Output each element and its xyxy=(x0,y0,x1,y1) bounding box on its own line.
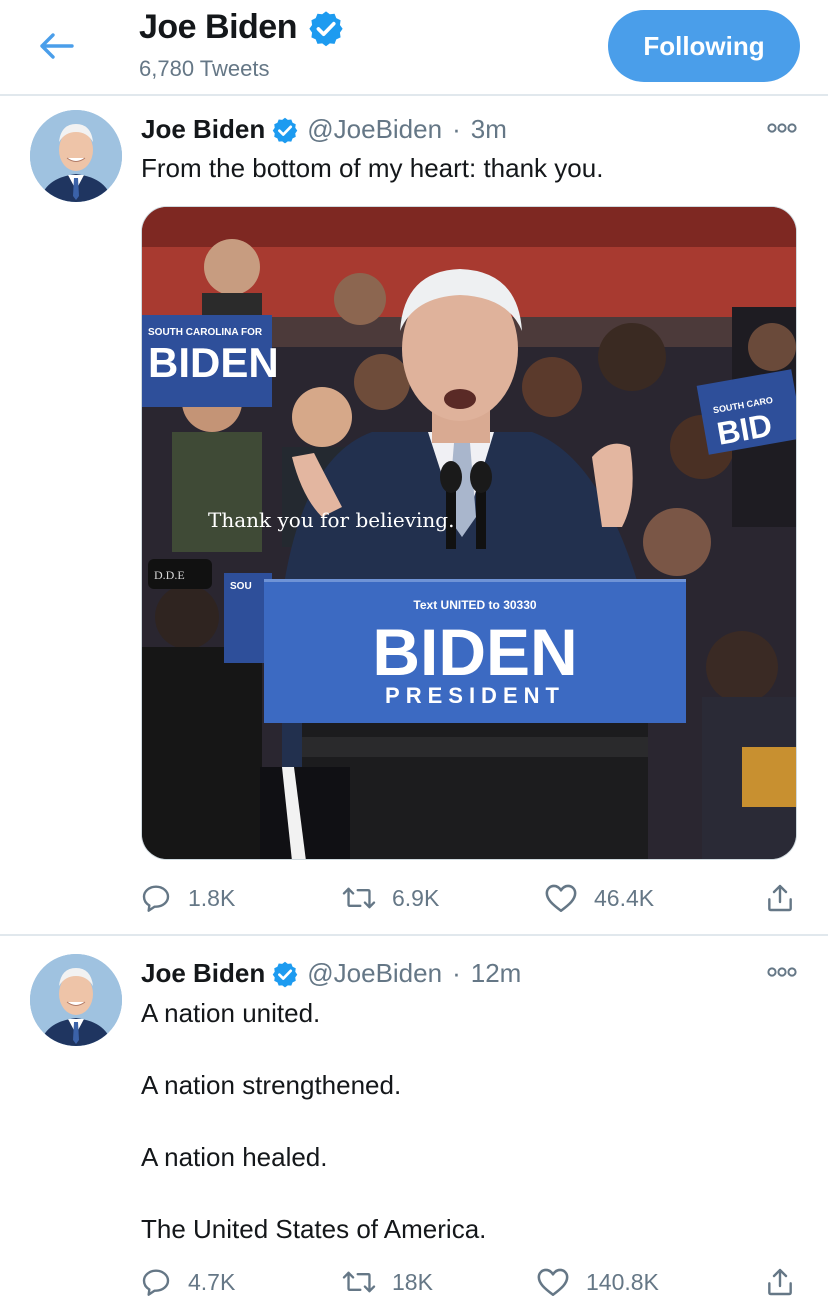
more-icon xyxy=(767,123,797,133)
following-button[interactable]: Following xyxy=(608,10,800,82)
verified-badge-icon xyxy=(271,960,299,988)
like-button[interactable]: 46.4K xyxy=(544,876,654,920)
retweet-button[interactable]: 6.9K xyxy=(342,876,439,920)
share-button[interactable] xyxy=(764,1260,796,1304)
reply-button[interactable]: 4.7K xyxy=(140,1260,235,1304)
tweet-text-line: A nation strengthened. xyxy=(141,1070,402,1100)
profile-header: Joe Biden 6,780 Tweets Following xyxy=(0,0,828,96)
share-icon xyxy=(768,1268,792,1296)
podium-brand: BIDEN xyxy=(372,615,577,689)
meta-separator: · xyxy=(452,114,461,144)
reply-icon xyxy=(142,885,170,912)
reply-count: 4.7K xyxy=(188,1268,236,1295)
tweet-text: From the bottom of my heart: thank you. xyxy=(141,153,604,183)
retweet-count: 18K xyxy=(392,1268,433,1295)
share-button[interactable] xyxy=(764,876,796,920)
profile-name: Joe Biden xyxy=(139,8,297,46)
heart-icon xyxy=(537,1268,569,1297)
retweet-icon xyxy=(342,1271,376,1293)
retweet-count: 6.9K xyxy=(392,884,440,911)
sign-left-main: BIDEN xyxy=(148,339,279,386)
author-name[interactable]: Joe Biden xyxy=(141,114,265,145)
tweet-meta: Joe Biden @JoeBiden · 3m xyxy=(141,114,507,145)
author-handle[interactable]: @JoeBiden xyxy=(307,114,442,145)
retweet-icon xyxy=(342,887,376,909)
retweet-button[interactable]: 18K xyxy=(342,1260,433,1304)
like-button[interactable]: 140.8K xyxy=(536,1260,659,1304)
tweet-count: 6,780 Tweets xyxy=(139,56,270,81)
tweet[interactable]: Joe Biden @JoeBiden · 12m A nation unite… xyxy=(0,938,828,1306)
tweet-timestamp[interactable]: 12m xyxy=(471,958,522,989)
tweet-video[interactable]: SOUTH CAROLINA FOR BIDEN SOUTH CARO BID … xyxy=(141,206,797,860)
heart-icon xyxy=(545,884,577,913)
verified-badge-icon xyxy=(271,116,299,144)
tweet-meta: Joe Biden @JoeBiden · 12m xyxy=(141,958,521,989)
reply-button[interactable]: 1.8K xyxy=(140,876,235,920)
avatar-image xyxy=(30,110,122,202)
hat-text: D.D.E xyxy=(154,568,185,582)
author-handle[interactable]: @JoeBiden xyxy=(307,958,442,989)
tweet-actions: 4.7K 18K 140.8K xyxy=(0,1260,828,1304)
sign-small: SOU xyxy=(230,581,252,592)
podium-subtitle: PRESIDENT xyxy=(385,683,565,708)
video-caption: Thank you for believing. xyxy=(208,508,454,532)
share-icon xyxy=(768,884,792,912)
more-options-button[interactable] xyxy=(766,118,798,138)
tweet-text-line: A nation healed. xyxy=(141,1142,328,1172)
reply-icon xyxy=(142,1269,170,1296)
verified-badge-icon xyxy=(309,10,343,46)
avatar-image xyxy=(30,954,122,1046)
more-icon xyxy=(767,967,797,977)
video-frame: SOUTH CAROLINA FOR BIDEN SOUTH CARO BID … xyxy=(142,207,796,859)
tweet-timestamp[interactable]: 3m xyxy=(471,114,507,145)
tweet-actions: 1.8K 6.9K 46.4K xyxy=(0,876,828,920)
author-name[interactable]: Joe Biden xyxy=(141,958,265,989)
avatar[interactable] xyxy=(30,110,122,202)
reply-count: 1.8K xyxy=(188,884,236,911)
avatar[interactable] xyxy=(30,954,122,1046)
meta-separator: · xyxy=(452,958,461,988)
tweet-text-line: A nation united. xyxy=(141,998,321,1028)
podium-text-line: Text UNITED to 30330 xyxy=(413,598,536,612)
tweet[interactable]: Joe Biden @JoeBiden · 3m From the bottom… xyxy=(0,98,828,936)
sign-left-top: SOUTH CAROLINA FOR xyxy=(148,327,263,338)
profile-title: Joe Biden xyxy=(139,8,345,47)
like-count: 46.4K xyxy=(594,884,655,911)
back-arrow-icon xyxy=(40,33,74,59)
more-options-button[interactable] xyxy=(766,962,798,982)
like-count: 140.8K xyxy=(586,1268,659,1295)
tweet-text-line: The United States of America. xyxy=(141,1214,487,1244)
back-button[interactable] xyxy=(36,28,76,64)
